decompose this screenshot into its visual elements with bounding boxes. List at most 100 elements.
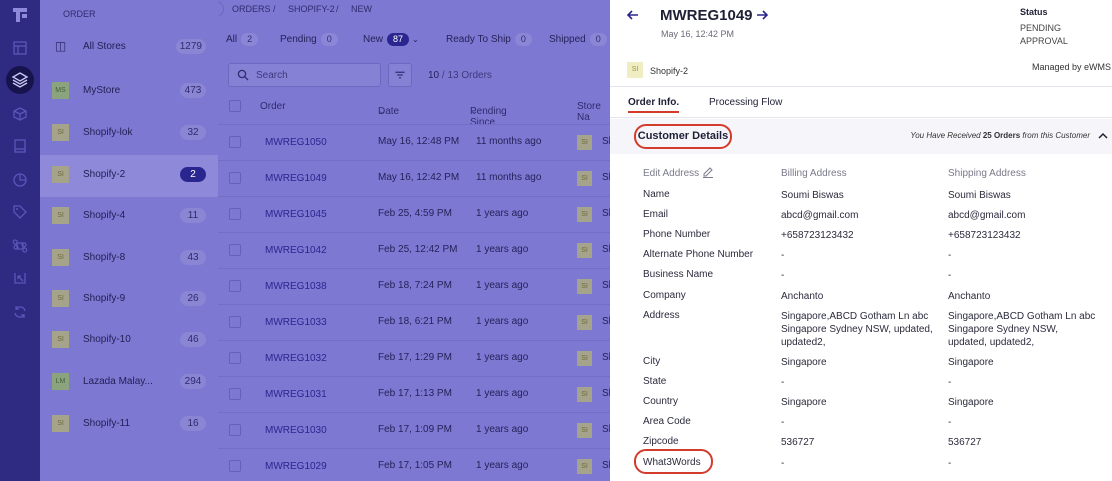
tab-all[interactable]: All 2 [226, 30, 259, 50]
store-item[interactable]: SI Shopify-2 2 [40, 155, 218, 197]
shipping-value: - [948, 270, 952, 281]
table-row[interactable]: MWREG1029 Feb 17, 1:05 PM 1 years ago SI Sl [218, 448, 610, 481]
shipping-value: Soumi Biswas [948, 190, 1011, 201]
filter-button[interactable] [388, 63, 412, 87]
reports-pie-icon[interactable] [12, 172, 28, 188]
store-count-badge: 26 [180, 291, 206, 306]
search-placeholder: Search [256, 70, 288, 81]
row-checkbox[interactable] [229, 208, 241, 220]
table-row[interactable]: MWREG1050 May 16, 12:48 PM 11 months ago SI… [218, 124, 610, 160]
row-checkbox[interactable] [229, 388, 241, 400]
integrations-command-icon[interactable] [12, 238, 28, 254]
breadcrumb-orders[interactable]: ORDERS [232, 4, 271, 14]
back-circle-button[interactable] [218, 1, 224, 17]
store-item[interactable]: SI Shopify-8 43 [40, 238, 218, 280]
tab-ready-to-ship[interactable]: Ready To Ship 0 [446, 30, 532, 50]
field-label: Business Name [643, 269, 714, 280]
store-item[interactable]: SI Shopify-4 11 [40, 196, 218, 238]
store-item[interactable]: ◫ All Stores 1279 [40, 27, 218, 69]
pending-since-cell: 1 years ago [476, 280, 529, 291]
field-label: City [643, 356, 661, 367]
breadcrumb-store[interactable]: SHOPIFY-2 [288, 4, 335, 14]
order-id-link[interactable]: MWREG1032 [265, 353, 327, 364]
store-item[interactable]: SI Shopify-11 16 [40, 404, 218, 446]
billing-value: - [781, 377, 785, 388]
store-avatar: SI [577, 387, 592, 402]
pending-since-cell: 1 years ago [476, 244, 529, 255]
sync-icon[interactable] [12, 304, 28, 320]
order-detail-panel: MWREG1049 May 16, 12:42 PM Status PENDIN… [610, 0, 1112, 481]
order-id-link[interactable]: MWREG1033 [265, 317, 327, 328]
tab-new[interactable]: New 87 ⌄ [363, 30, 419, 50]
shipping-value: Singapore,ABCD Gotham Ln abc Singapore S… [948, 311, 1096, 348]
orders-layers-icon[interactable] [6, 66, 34, 94]
documents-icon[interactable] [12, 138, 28, 154]
collapse-chevron-icon[interactable] [1098, 132, 1108, 140]
select-all-checkbox[interactable] [229, 100, 241, 112]
row-checkbox[interactable] [229, 424, 241, 436]
customer-details-header[interactable]: Customer Details You Have Received 25 Or… [610, 119, 1112, 154]
table-row[interactable]: MWREG1049 May 16, 12:42 PM 11 months ago SI… [218, 160, 610, 196]
edit-address-link[interactable]: Edit Address [643, 168, 699, 179]
order-id-link[interactable]: MWREG1042 [265, 245, 327, 256]
tab-shipped[interactable]: Shipped 0 [549, 30, 607, 50]
pencil-edit-icon[interactable] [702, 166, 714, 178]
tags-icon[interactable] [12, 204, 28, 220]
store-item[interactable]: SI Shopify-10 46 [40, 320, 218, 362]
order-id-link[interactable]: MWREG1030 [265, 425, 327, 436]
store-count-badge: 473 [180, 83, 206, 98]
brand-logo-icon[interactable] [11, 6, 29, 24]
tab-processing-flow[interactable]: Processing Flow [709, 97, 782, 108]
order-id-link[interactable]: MWREG1038 [265, 281, 327, 292]
next-order-arrow-icon[interactable] [755, 8, 769, 22]
table-row[interactable]: MWREG1038 Feb 18, 7:24 PM 1 years ago SI Sl [218, 268, 610, 304]
order-id-link[interactable]: MWREG1045 [265, 209, 327, 220]
store-name-cell: Sl [602, 208, 610, 219]
row-checkbox[interactable] [229, 172, 241, 184]
field-label: Email [643, 209, 669, 220]
what3words-highlight [634, 449, 713, 474]
store-label: MyStore [83, 85, 121, 96]
dashboard-icon[interactable] [12, 40, 28, 56]
row-checkbox[interactable] [229, 460, 241, 472]
search-icon [237, 69, 249, 81]
tab-order-info[interactable]: Order Info. [628, 97, 680, 113]
order-date: May 16, 12:42 PM [661, 29, 735, 39]
order-id-link[interactable]: MWREG1031 [265, 389, 327, 400]
store-item[interactable]: SI Shopify-9 26 [40, 279, 218, 321]
table-row[interactable]: MWREG1032 Feb 17, 1:29 PM 1 years ago SI Sl [218, 340, 610, 376]
order-date-cell: Feb 17, 1:05 PM [378, 460, 452, 471]
shipping-value: - [948, 250, 952, 261]
store-item[interactable]: SI Shopify-lok 32 [40, 113, 218, 155]
store-avatar: SI [577, 135, 592, 150]
row-checkbox[interactable] [229, 352, 241, 364]
table-row[interactable]: MWREG1042 Feb 25, 12:42 PM 1 years ago SI Sl [218, 232, 610, 268]
order-id-link[interactable]: MWREG1029 [265, 461, 327, 472]
prev-order-arrow-icon[interactable] [626, 8, 640, 22]
store-item[interactable]: MS MyStore 473 [40, 71, 218, 113]
orders-list-area: ORDERS / SHOPIFY-2 / NEW All 2 Pending 0 N… [218, 0, 610, 481]
row-checkbox[interactable] [229, 136, 241, 148]
order-id-link[interactable]: MWREG1049 [265, 173, 327, 184]
table-row[interactable]: MWREG1033 Feb 18, 6:21 PM 1 years ago SI Sl [218, 304, 610, 340]
billing-value: - [781, 250, 785, 261]
returns-icon[interactable] [12, 270, 28, 286]
search-input[interactable]: Search [228, 63, 381, 87]
store-label: Shopify-lok [83, 127, 133, 138]
store-item[interactable]: LM Lazada Malay... 294 [40, 362, 218, 404]
tab-pending[interactable]: Pending 0 [280, 30, 338, 50]
products-box-icon[interactable] [12, 106, 28, 122]
store-avatar: SI [52, 124, 69, 141]
table-row[interactable]: MWREG1045 Feb 25, 4:59 PM 1 years ago SI Sl [218, 196, 610, 232]
row-checkbox[interactable] [229, 280, 241, 292]
store-name-cell: Sl [602, 316, 610, 327]
table-row[interactable]: MWREG1031 Feb 17, 1:13 PM 1 years ago SI Sl [218, 376, 610, 412]
store-avatar: SI [577, 279, 592, 294]
row-checkbox[interactable] [229, 244, 241, 256]
order-id-link[interactable]: MWREG1050 [265, 137, 327, 148]
shipping-address-header: Shipping Address [948, 168, 1026, 179]
shipping-value: 536727 [948, 437, 982, 448]
row-checkbox[interactable] [229, 316, 241, 328]
shipping-value: +658723123432 [948, 230, 1021, 241]
table-row[interactable]: MWREG1030 Feb 17, 1:09 PM 1 years ago SI Sl [218, 412, 610, 448]
